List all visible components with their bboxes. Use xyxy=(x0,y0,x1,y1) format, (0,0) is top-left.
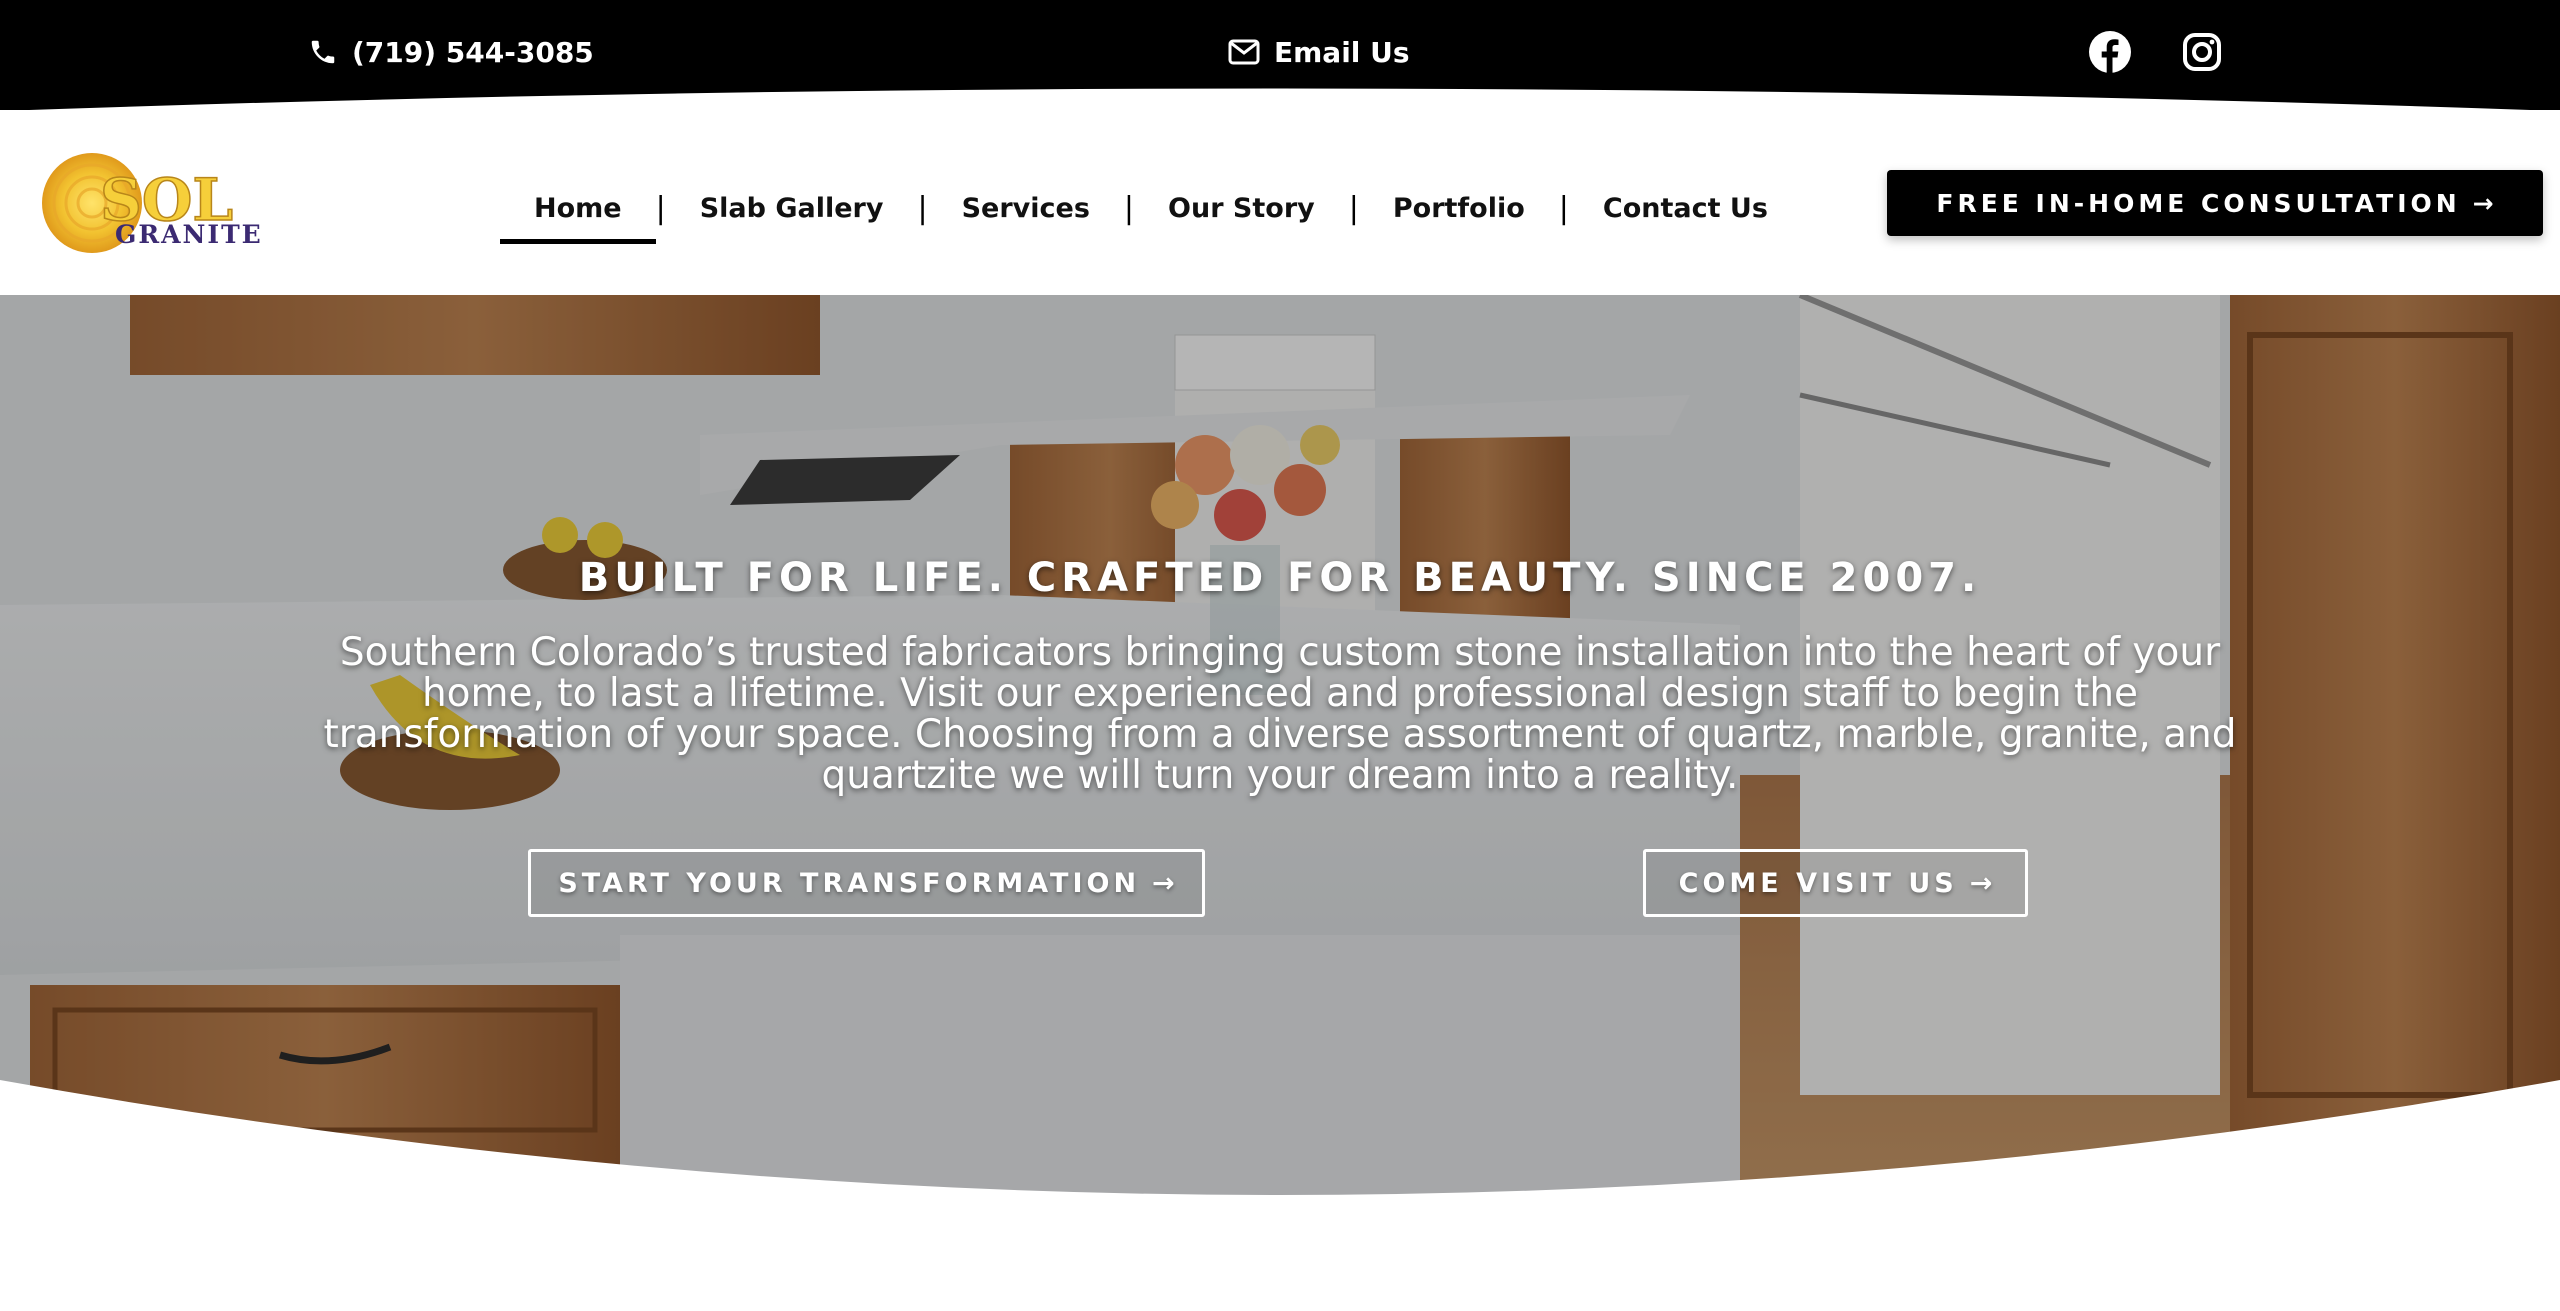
hero-title: BUILT FOR LIFE. CRAFTED FOR BEAUTY. SINC… xyxy=(578,555,1982,601)
sol-granite-logo[interactable]: SOL GRANITE xyxy=(40,150,290,260)
nav-portfolio[interactable]: Portfolio xyxy=(1359,178,1559,238)
phone-link[interactable]: (719) 544-3085 xyxy=(308,30,594,74)
email-link[interactable]: Email Us xyxy=(1228,30,1410,74)
arrow-right-icon: → xyxy=(2472,188,2494,218)
nav-services-label: Services xyxy=(961,192,1090,224)
main-nav: Home | Slab Gallery | Services | Our Sto… xyxy=(500,178,1802,244)
logo-mark: SOL GRANITE xyxy=(42,153,263,253)
instagram-link[interactable] xyxy=(2182,30,2236,74)
start-transformation-label: START YOUR TRANSFORMATION xyxy=(558,867,1141,899)
free-consultation-button[interactable]: FREE IN-HOME CONSULTATION → xyxy=(1887,170,2543,236)
email-label: Email Us xyxy=(1274,35,1410,69)
nav-our-story[interactable]: Our Story xyxy=(1134,178,1349,238)
header-top-curve xyxy=(0,88,2560,146)
free-consultation-label: FREE IN-HOME CONSULTATION xyxy=(1936,188,2461,218)
arrow-right-icon: → xyxy=(1969,867,1993,899)
instagram-icon xyxy=(2183,33,2221,71)
nav-contact-us[interactable]: Contact Us xyxy=(1569,178,1802,238)
nav-separator: | xyxy=(917,190,928,226)
nav-contact-us-label: Contact Us xyxy=(1602,192,1768,224)
phone-icon xyxy=(311,40,335,64)
nav-separator: | xyxy=(655,190,666,226)
hero-description: Southern Colorado’s trusted fabricators … xyxy=(323,630,2237,798)
arrow-right-icon: → xyxy=(1152,867,1175,899)
nav-separator: | xyxy=(1123,190,1135,226)
facebook-icon xyxy=(2089,31,2131,74)
logo-text-granite: GRANITE xyxy=(115,220,263,249)
facebook-link[interactable] xyxy=(2088,30,2146,74)
nav-separator: | xyxy=(1348,190,1359,226)
come-visit-us-button[interactable]: COME VISIT US → xyxy=(1643,849,2028,917)
come-visit-us-label: COME VISIT US xyxy=(1678,867,1958,899)
nav-services[interactable]: Services xyxy=(928,178,1124,238)
nav-slab-gallery[interactable]: Slab Gallery xyxy=(666,178,918,238)
phone-number: (719) 544-3085 xyxy=(352,35,594,69)
envelope-icon xyxy=(1228,39,1260,65)
nav-home[interactable]: Home xyxy=(500,178,656,244)
nav-our-story-label: Our Story xyxy=(1168,192,1315,224)
start-transformation-button[interactable]: START YOUR TRANSFORMATION → xyxy=(528,849,1205,917)
nav-slab-gallery-label: Slab Gallery xyxy=(699,192,884,224)
hero-bottom-curve xyxy=(0,1080,2560,1311)
nav-portfolio-label: Portfolio xyxy=(1392,192,1525,224)
hero-section: BUILT FOR LIFE. CRAFTED FOR BEAUTY. SINC… xyxy=(0,295,2560,1205)
nav-separator: | xyxy=(1558,190,1569,226)
nav-home-label: Home xyxy=(534,192,622,224)
